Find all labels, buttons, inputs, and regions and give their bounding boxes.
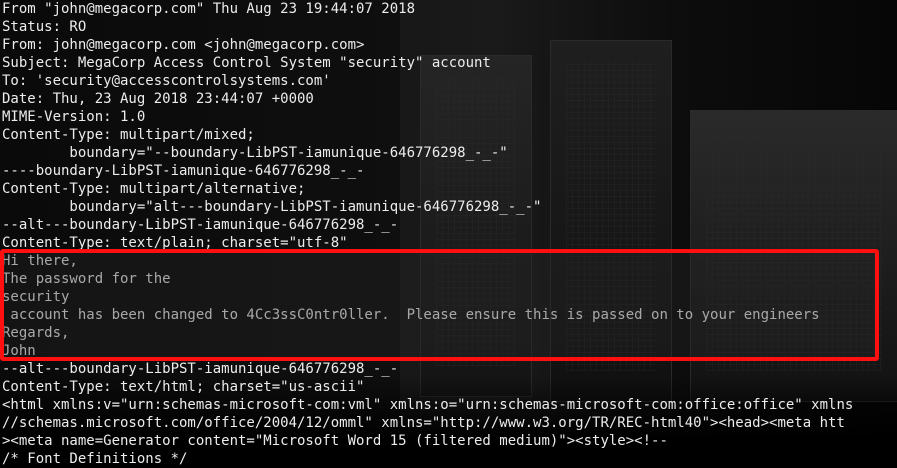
terminal-output[interactable]: From "john@megacorp.com" Thu Aug 23 19:4… bbox=[0, 0, 897, 467]
content-type-header: Content-Type: text/plain; charset="utf-8… bbox=[2, 235, 348, 251]
content-type-header: Content-Type: multipart/alternative; bbox=[2, 181, 306, 197]
email-date-header: Date: Thu, 23 Aug 2018 23:44:07 +0000 bbox=[2, 91, 314, 107]
boundary-line: --alt---boundary-LibPST-iamunique-646776… bbox=[2, 217, 399, 233]
html-source-line: //schemas.microsoft.com/office/2004/12/o… bbox=[2, 415, 845, 431]
mime-version-header: MIME-Version: 1.0 bbox=[2, 109, 146, 125]
html-source-line: /* Font Definitions */ bbox=[2, 451, 188, 467]
highlight-region bbox=[2, 252, 875, 359]
boundary-line: boundary="alt---boundary-LibPST-iamuniqu… bbox=[2, 199, 542, 215]
email-subject-header: Subject: MegaCorp Access Control System … bbox=[2, 55, 491, 71]
email-to-header: To: 'security@accesscontrolsystems.com' bbox=[2, 73, 331, 89]
boundary-line: --alt---boundary-LibPST-iamunique-646776… bbox=[2, 361, 399, 377]
boundary-line: ----boundary-LibPST-iamunique-646776298_… bbox=[2, 163, 365, 179]
content-type-header: Content-Type: multipart/mixed; bbox=[2, 127, 255, 143]
email-from-line: From "john@megacorp.com" Thu Aug 23 19:4… bbox=[2, 1, 416, 17]
content-type-header: Content-Type: text/html; charset="us-asc… bbox=[2, 379, 365, 395]
email-from-header: From: john@megacorp.com <john@megacorp.c… bbox=[2, 37, 365, 53]
email-status-line: Status: RO bbox=[2, 19, 87, 35]
html-source-line: <html xmlns:v="urn:schemas-microsoft-com… bbox=[2, 397, 854, 413]
boundary-line: boundary="--boundary-LibPST-iamunique-64… bbox=[2, 145, 508, 161]
html-source-line: ><meta name=Generator content="Microsoft… bbox=[2, 433, 668, 449]
